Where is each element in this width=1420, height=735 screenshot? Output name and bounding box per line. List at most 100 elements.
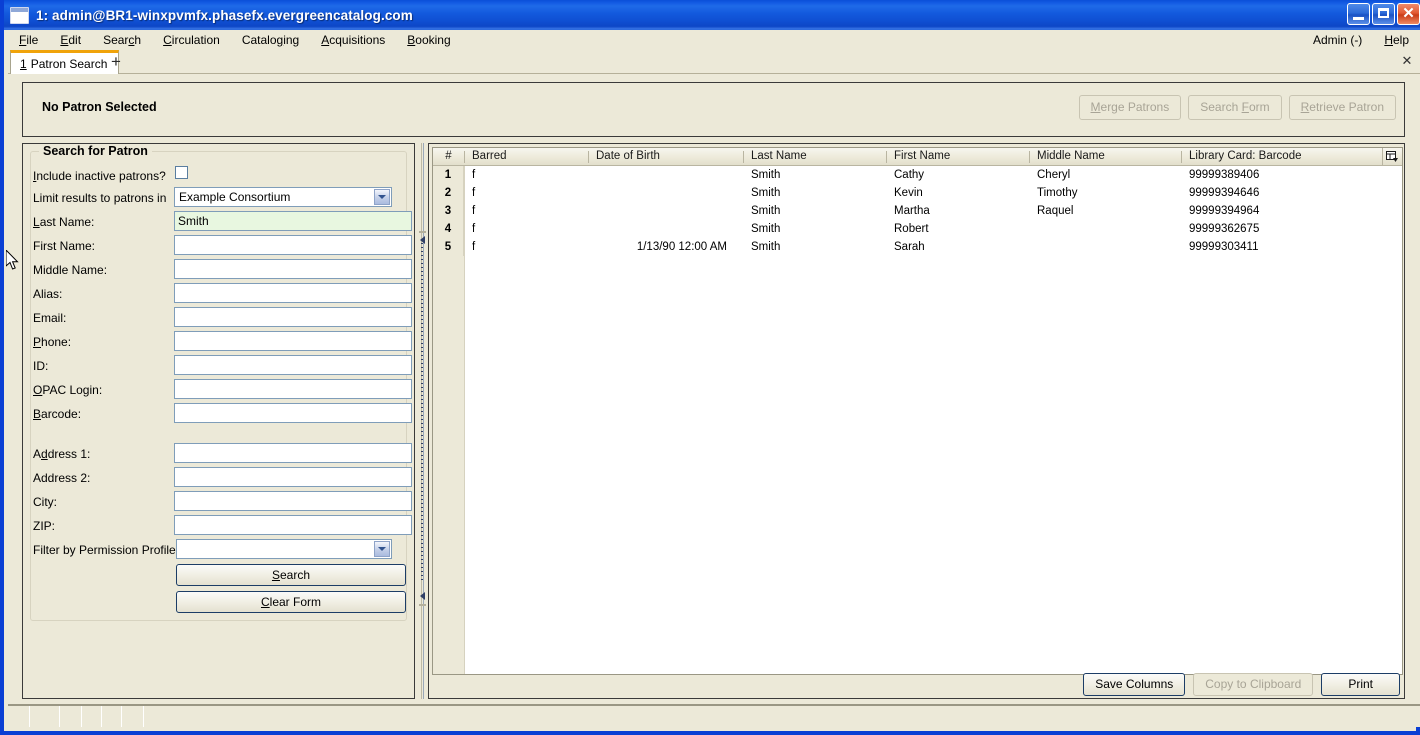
new-tab-button[interactable]: + [106, 52, 126, 72]
zip-input[interactable] [174, 515, 412, 535]
column-header-last[interactable]: Last Name [743, 148, 886, 165]
search-button[interactable]: Search [176, 564, 406, 586]
cell-first: Sarah [894, 241, 925, 253]
window-icon [10, 6, 29, 24]
label-limit-results: Limit results to patrons in [33, 191, 167, 205]
tab-strip: 1 Patron Search + ✕ [8, 50, 1420, 74]
table-row[interactable]: 3 f Smith Martha Raquel 99999394964 [433, 202, 1402, 220]
panel-splitter[interactable] [417, 143, 428, 699]
last-name-input[interactable] [174, 211, 412, 231]
cell-first: Robert [894, 223, 929, 235]
table-row[interactable]: 2 f Smith Kevin Timothy 99999394646 [433, 184, 1402, 202]
copy-to-clipboard-button: Copy to Clipboard [1193, 672, 1314, 696]
chevron-down-icon [374, 541, 390, 557]
label-address-2: Address 2: [33, 471, 91, 485]
minimize-button[interactable] [1347, 3, 1370, 25]
menu-search[interactable]: Search [92, 30, 152, 50]
column-header-barred[interactable]: Barred [464, 148, 588, 165]
patron-status-label: No Patron Selected [42, 100, 157, 114]
application-window: 1: admin@BR1-winxpvmfx.phasefx.evergreen… [0, 0, 1420, 735]
cell-barcode: 99999303411 [1189, 241, 1259, 253]
label-email: Email: [33, 311, 67, 325]
menu-acquisitions[interactable]: Acquisitions [310, 30, 396, 50]
menu-bar-right: Admin (-) Help [1302, 30, 1420, 50]
cell-first: Kevin [894, 187, 923, 199]
save-columns-button[interactable]: Save Columns [1083, 672, 1186, 696]
address-1-input[interactable] [174, 443, 412, 463]
status-segment [82, 706, 102, 727]
middle-name-input[interactable] [174, 259, 412, 279]
splitter-collapse-left-icon-bottom[interactable] [418, 592, 426, 600]
field-row-opac-login: OPAC Login: [23, 379, 412, 403]
label-phone: Phone: [33, 335, 72, 349]
chevron-down-icon [374, 189, 390, 205]
table-row[interactable]: 4 f Smith Robert 99999362675 [433, 220, 1402, 238]
close-tab-icon[interactable]: ✕ [1400, 53, 1414, 69]
column-header-barcode[interactable]: Library Card: Barcode [1181, 148, 1402, 165]
table-row[interactable]: 1 f Smith Cathy Cheryl 99999389406 [433, 166, 1402, 184]
column-header-first[interactable]: First Name [886, 148, 1029, 165]
cell-last: Smith [751, 223, 781, 235]
menu-booking[interactable]: Booking [396, 30, 461, 50]
label-address-1: Address 1: [33, 447, 91, 461]
merge-patrons-button[interactable]: Merge Patrons [1078, 95, 1182, 120]
address-2-input[interactable] [174, 467, 412, 487]
city-input[interactable] [174, 491, 412, 511]
menu-help[interactable]: Help [1373, 30, 1420, 50]
cell-num: 1 [433, 166, 464, 184]
menu-edit[interactable]: Edit [49, 30, 92, 50]
field-row-zip: ZIP: [23, 515, 412, 539]
status-segment [102, 706, 122, 727]
alias-input[interactable] [174, 283, 412, 303]
maximize-button[interactable] [1372, 3, 1395, 25]
table-row[interactable]: 5 f 1/13/90 12:00 AM Smith Sarah 99999303411 [433, 238, 1402, 256]
permission-profile-select[interactable] [176, 539, 392, 559]
splitter-grip [421, 243, 423, 583]
menu-cataloging[interactable]: Cataloging [231, 30, 310, 50]
include-inactive-checkbox[interactable] [175, 166, 188, 179]
tab-patron-search[interactable]: 1 Patron Search [10, 50, 120, 74]
column-header-num[interactable]: # [433, 148, 464, 165]
search-form-button[interactable]: Search Form [1188, 95, 1282, 120]
phone-input[interactable] [174, 331, 412, 351]
column-picker-icon[interactable] [1382, 148, 1402, 165]
menu-file[interactable]: File [8, 30, 49, 50]
patron-header-actions: Merge Patrons Search Form Retrieve Patro… [1078, 95, 1396, 120]
cell-barred: f [472, 223, 476, 235]
first-name-input[interactable] [174, 235, 412, 255]
window-title: 1: admin@BR1-winxpvmfx.phasefx.evergreen… [36, 7, 413, 23]
print-button[interactable]: Print [1321, 672, 1400, 696]
field-row-first-name: First Name: [23, 235, 412, 259]
field-row-include-inactive: Include inactive patrons? [23, 165, 400, 189]
email-input[interactable] [174, 307, 412, 327]
field-row-id: ID: [23, 355, 412, 379]
barcode-input[interactable] [174, 403, 412, 423]
label-opac-login: OPAC Login: [33, 383, 103, 397]
tab-label: Patron Search [30, 56, 108, 71]
results-footer: Save Columns Copy to Clipboard Print [429, 672, 1400, 696]
field-row-barcode: Barcode: [23, 403, 412, 427]
field-row-email: Email: [23, 307, 412, 331]
opac-login-input[interactable] [174, 379, 412, 399]
menu-admin[interactable]: Admin (-) [1302, 30, 1373, 50]
retrieve-patron-button[interactable]: Retrieve Patron [1288, 95, 1396, 120]
results-grid-header: # Barred Date of Birth Last Name First Name M… [433, 148, 1402, 166]
column-header-dob[interactable]: Date of Birth [588, 148, 743, 165]
results-grid: # Barred Date of Birth Last Name First Name M… [432, 147, 1403, 675]
status-segment [30, 706, 60, 727]
id-input[interactable] [174, 355, 412, 375]
clear-form-button[interactable]: Clear Form [176, 591, 406, 613]
limit-results-select[interactable]: Example Consortium [174, 187, 392, 207]
close-icon: ✕ [1402, 5, 1415, 22]
cell-last: Smith [751, 205, 781, 217]
close-button[interactable]: ✕ [1397, 3, 1420, 25]
column-header-middle[interactable]: Middle Name [1029, 148, 1181, 165]
field-row-last-name: Last Name: [23, 211, 412, 235]
label-permission-profile: Filter by Permission Profile: [33, 543, 180, 557]
label-id: ID: [33, 359, 49, 373]
field-row-address-1: Address 1: [23, 443, 412, 467]
cell-barred: f [472, 169, 476, 181]
cell-last: Smith [751, 241, 781, 253]
cell-num: 3 [433, 202, 464, 220]
menu-circulation[interactable]: Circulation [152, 30, 231, 50]
